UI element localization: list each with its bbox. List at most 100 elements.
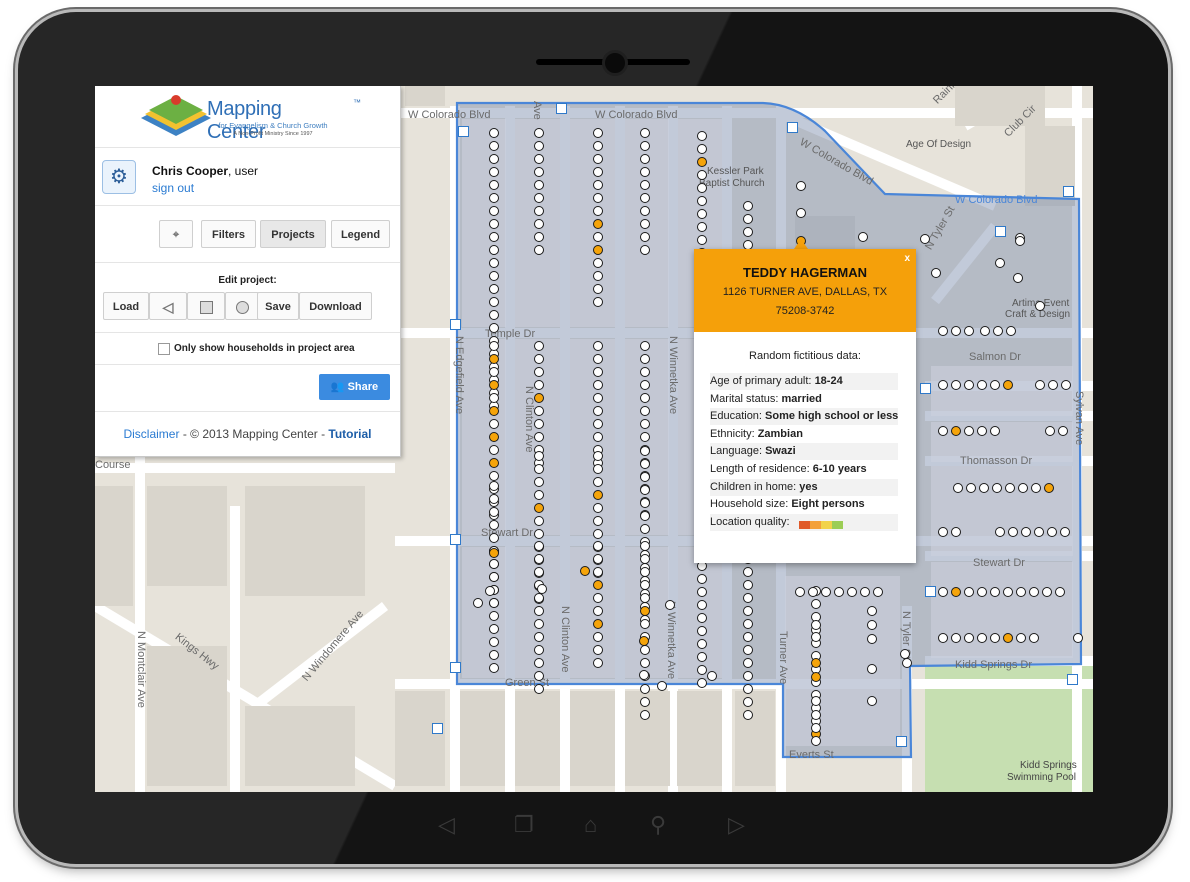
household-marker[interactable] [593,419,603,429]
household-marker[interactable] [1048,380,1058,390]
household-marker[interactable] [697,170,707,180]
household-marker[interactable] [995,258,1005,268]
household-marker[interactable] [534,477,544,487]
household-marker[interactable] [1003,380,1013,390]
legend-button[interactable]: Legend [331,220,390,248]
household-marker[interactable] [990,633,1000,643]
household-marker[interactable] [697,639,707,649]
household-marker[interactable] [1034,527,1044,537]
household-marker[interactable] [707,671,717,681]
household-marker[interactable] [743,606,753,616]
household-marker[interactable] [1018,483,1028,493]
household-marker[interactable] [665,600,675,610]
household-marker[interactable] [811,599,821,609]
household-marker[interactable] [951,587,961,597]
recent-apps-icon[interactable]: ❐ [514,814,534,836]
household-marker[interactable] [938,380,948,390]
household-marker[interactable] [534,219,544,229]
household-marker[interactable] [640,619,650,629]
household-marker[interactable] [489,354,499,364]
household-marker[interactable] [534,393,544,403]
household-marker[interactable] [489,533,499,543]
household-marker[interactable] [489,128,499,138]
household-marker[interactable] [534,554,544,564]
household-marker[interactable] [697,613,707,623]
household-marker[interactable] [1058,426,1068,436]
household-marker[interactable] [534,432,544,442]
household-marker[interactable] [489,598,499,608]
household-marker[interactable] [640,245,650,255]
household-marker[interactable] [489,637,499,647]
household-marker[interactable] [640,380,650,390]
household-marker[interactable] [796,181,806,191]
poi-kessler-park[interactable]: Kessler Park [707,166,764,177]
household-marker[interactable] [640,606,650,616]
home-icon[interactable]: ⌂ [584,814,597,836]
household-marker[interactable] [489,548,499,558]
household-marker[interactable] [534,645,544,655]
household-marker[interactable] [640,580,650,590]
household-marker[interactable] [593,432,603,442]
household-marker[interactable] [1015,236,1025,246]
household-marker[interactable] [640,367,650,377]
household-marker[interactable] [1021,527,1031,537]
transit-stop-icon[interactable] [995,226,1006,237]
household-marker[interactable] [639,670,649,680]
transit-stop-icon[interactable] [1067,674,1078,685]
polygon-tool-button[interactable]: ◁ [149,292,187,320]
household-marker[interactable] [593,645,603,655]
household-marker[interactable] [977,633,987,643]
household-marker[interactable] [534,232,544,242]
household-marker[interactable] [697,196,707,206]
household-marker[interactable] [534,341,544,351]
household-marker[interactable] [593,258,603,268]
household-marker[interactable] [811,736,821,746]
household-marker[interactable] [977,426,987,436]
tutorial-link[interactable]: Tutorial [328,427,371,441]
household-marker[interactable] [697,587,707,597]
household-marker[interactable] [697,157,707,167]
household-marker[interactable] [640,341,650,351]
household-marker[interactable] [593,529,603,539]
household-marker[interactable] [697,678,707,688]
transit-stop-icon[interactable] [896,736,907,747]
household-marker[interactable] [858,232,868,242]
household-marker[interactable] [640,593,650,603]
household-marker[interactable] [640,658,650,668]
household-marker[interactable] [640,511,650,521]
household-marker[interactable] [640,232,650,242]
household-marker[interactable] [964,326,974,336]
household-marker[interactable] [1061,380,1071,390]
household-marker[interactable] [593,354,603,364]
household-marker[interactable] [743,214,753,224]
locate-button[interactable]: ⌖ [159,220,193,248]
household-marker[interactable] [593,477,603,487]
projects-button[interactable]: Projects [260,220,326,248]
household-marker[interactable] [697,131,707,141]
transit-stop-icon[interactable] [787,122,798,133]
household-marker[interactable] [1003,633,1013,643]
household-marker[interactable] [902,658,912,668]
household-marker[interactable] [489,232,499,242]
household-marker[interactable] [593,632,603,642]
household-marker[interactable] [990,380,1000,390]
household-marker[interactable] [993,326,1003,336]
household-marker[interactable] [640,141,650,151]
household-marker[interactable] [489,323,499,333]
household-marker[interactable] [1005,483,1015,493]
household-marker[interactable] [534,606,544,616]
household-marker[interactable] [1013,273,1023,283]
household-marker[interactable] [977,587,987,597]
household-marker[interactable] [640,567,650,577]
household-marker[interactable] [697,183,707,193]
household-marker[interactable] [593,206,603,216]
household-marker[interactable] [489,559,499,569]
household-marker[interactable] [489,180,499,190]
household-marker[interactable] [1016,633,1026,643]
household-marker[interactable] [640,498,650,508]
household-marker[interactable] [534,141,544,151]
household-marker[interactable] [811,632,821,642]
transit-stop-icon[interactable] [450,534,461,545]
household-marker[interactable] [593,567,603,577]
household-marker[interactable] [534,567,544,577]
